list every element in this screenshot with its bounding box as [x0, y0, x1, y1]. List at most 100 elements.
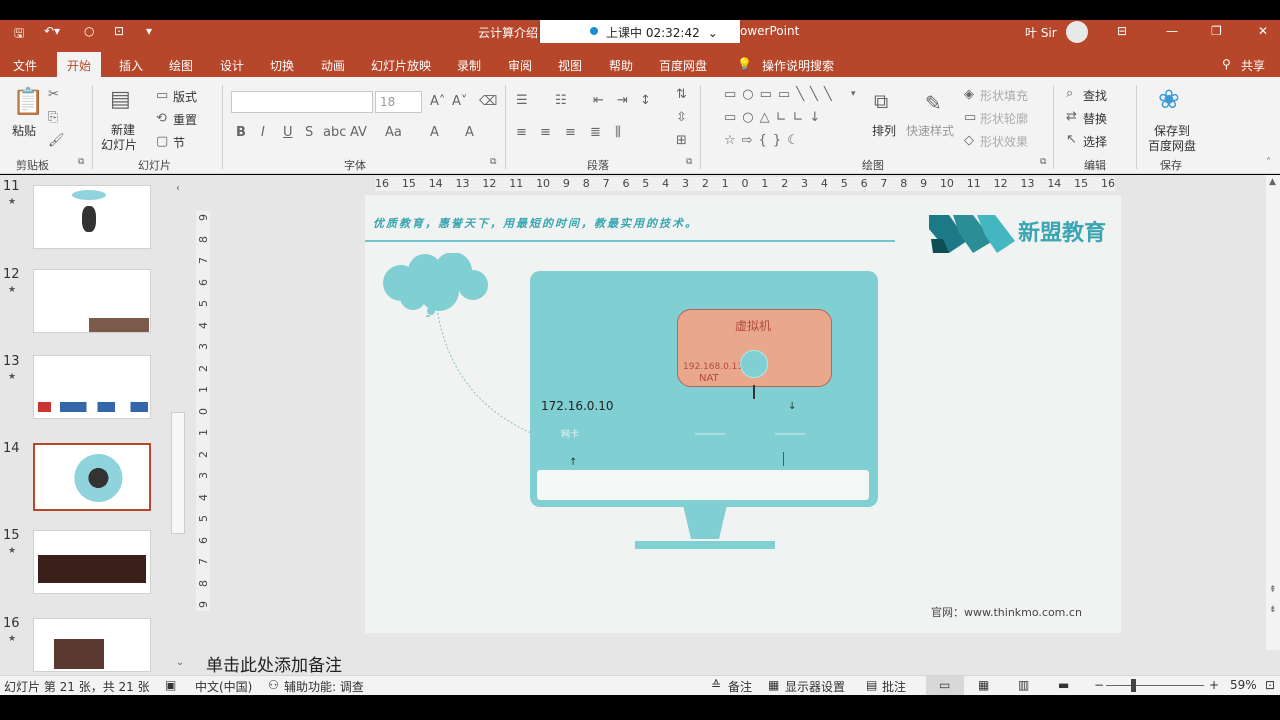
clear-format-icon[interactable]: ⌫: [479, 94, 497, 109]
font-size-field[interactable]: 18: [375, 91, 422, 113]
font-dialog-launcher-icon[interactable]: ⧉: [490, 157, 496, 167]
quick-styles-button[interactable]: 快速样式: [906, 122, 954, 139]
share-icon[interactable]: ⚲: [1222, 57, 1231, 71]
tab-animations[interactable]: 动画: [321, 57, 345, 74]
notes-pane[interactable]: 单击此处添加备注: [182, 650, 1280, 676]
zoom-out-icon[interactable]: −: [1094, 678, 1104, 692]
tab-record[interactable]: 录制: [457, 57, 481, 74]
columns-icon[interactable]: ⫼: [615, 125, 621, 140]
spellcheck-icon[interactable]: ▣: [165, 678, 176, 692]
slide-canvas[interactable]: 优质教育，惠誉天下，用最短的时间，教最实用的技术。 新盟教育 虚拟机 192.1…: [365, 195, 1121, 633]
collapse-ribbon-icon[interactable]: ˄: [1266, 157, 1271, 168]
tell-me-search[interactable]: 操作说明搜索: [762, 57, 834, 74]
minimize-icon[interactable]: —: [1166, 24, 1178, 38]
accessibility-status[interactable]: 辅助功能: 调查: [284, 678, 364, 695]
tab-baidu-netdisk[interactable]: 百度网盘: [659, 57, 707, 74]
thumbnail-image[interactable]: [33, 618, 151, 672]
restore-icon[interactable]: ❐: [1211, 24, 1222, 38]
new-slide-icon[interactable]: ▤: [110, 87, 131, 112]
layout-button[interactable]: 版式: [173, 88, 197, 105]
replace-icon[interactable]: ⇄: [1066, 109, 1077, 124]
baidu-cloud-icon[interactable]: ❀: [1158, 85, 1180, 115]
tab-draw[interactable]: 绘图: [169, 57, 193, 74]
quick-styles-icon[interactable]: ✎: [925, 91, 942, 115]
customize-qat-icon[interactable]: ▾: [146, 24, 152, 38]
vm-network-adapter-icon[interactable]: [740, 350, 768, 378]
share-button[interactable]: 共享: [1241, 57, 1265, 74]
text-direction-icon[interactable]: ⇅: [676, 87, 687, 102]
tab-home[interactable]: 开始: [57, 52, 102, 77]
redo-icon[interactable]: ○: [84, 24, 94, 38]
new-slide-label[interactable]: 幻灯片: [101, 136, 137, 153]
decrease-indent-icon[interactable]: ⇤: [593, 93, 604, 108]
accessibility-icon[interactable]: ⚇: [268, 678, 279, 692]
justify-icon[interactable]: ≣: [590, 125, 601, 140]
avatar[interactable]: [1066, 21, 1088, 43]
font-name-field[interactable]: [231, 91, 373, 113]
shapes-gallery-row1[interactable]: ▭○▭▭╲╲╲: [724, 87, 838, 102]
start-from-beginning-icon[interactable]: ⊡: [114, 24, 124, 38]
align-right-icon[interactable]: ≡: [565, 125, 576, 140]
bullets-icon[interactable]: ☰: [516, 93, 528, 108]
tab-design[interactable]: 设计: [220, 57, 244, 74]
char-spacing-icon[interactable]: AV: [350, 125, 367, 140]
align-left-icon[interactable]: ≡: [516, 125, 527, 140]
reading-view-icon[interactable]: ▥: [1018, 678, 1029, 692]
thumbnail-image[interactable]: [33, 355, 151, 419]
language-indicator[interactable]: 中文(中国): [195, 678, 252, 695]
shape-effects-button[interactable]: 形状效果: [980, 133, 1028, 150]
arrange-button[interactable]: 排列: [872, 122, 896, 139]
comments-button[interactable]: 批注: [882, 678, 906, 695]
align-center-icon[interactable]: ≡: [540, 125, 551, 140]
smartart-icon[interactable]: ⊞: [676, 133, 687, 148]
find-button[interactable]: 查找: [1083, 87, 1107, 104]
shape-outline-button[interactable]: 形状轮廓: [980, 110, 1028, 127]
fit-to-window-icon[interactable]: ⊡: [1265, 678, 1275, 692]
shape-fill-icon[interactable]: ◈: [964, 87, 974, 102]
tab-slideshow[interactable]: 幻灯片放映: [371, 57, 431, 74]
font-color-icon[interactable]: A: [430, 125, 439, 140]
notes-placeholder[interactable]: 单击此处添加备注: [206, 651, 342, 676]
user-name[interactable]: 叶 Sir: [1025, 24, 1057, 41]
prev-slide-icon[interactable]: ⇞: [1269, 585, 1277, 595]
slide-thumbnail-pane[interactable]: 11 ★ 12 ★ 13 ★ 14 15 ★ 16 ★: [0, 175, 182, 675]
shape-effects-icon[interactable]: ◇: [964, 133, 974, 148]
drawing-dialog-launcher-icon[interactable]: ⧉: [1040, 157, 1046, 167]
class-timer-badge[interactable]: 上课中 02:32:42 ⌄: [540, 20, 740, 43]
underline-icon[interactable]: U: [283, 125, 293, 140]
tab-insert[interactable]: 插入: [119, 57, 143, 74]
italic-icon[interactable]: I: [261, 125, 265, 140]
format-painter-icon[interactable]: 🖌: [48, 133, 65, 148]
save-to-baidu-label[interactable]: 百度网盘: [1148, 137, 1196, 154]
select-button[interactable]: 选择: [1083, 133, 1107, 150]
next-slide-icon[interactable]: ⇟: [1269, 605, 1277, 615]
slide-sorter-icon[interactable]: ▦: [978, 678, 989, 692]
ribbon-display-icon[interactable]: ⊟: [1117, 24, 1127, 38]
paragraph-dialog-launcher-icon[interactable]: ⧉: [686, 157, 692, 167]
numbering-icon[interactable]: ☷: [555, 93, 567, 108]
shapes-gallery-row2[interactable]: ▭○△∟∟↓: [724, 110, 826, 125]
shapes-more-icon[interactable]: ▾: [851, 89, 856, 99]
scroll-up-icon[interactable]: ▲: [1269, 177, 1276, 187]
tab-review[interactable]: 审阅: [508, 57, 532, 74]
zoom-slider[interactable]: [1106, 685, 1204, 686]
select-icon[interactable]: ↖: [1066, 132, 1077, 147]
thumbnail-image[interactable]: [33, 269, 151, 333]
zoom-in-icon[interactable]: +: [1209, 678, 1219, 692]
display-settings-icon[interactable]: ▦: [768, 678, 779, 692]
notes-icon[interactable]: ≙: [711, 678, 721, 692]
shrink-font-icon[interactable]: A˅: [452, 94, 467, 109]
replace-button[interactable]: 替换: [1083, 110, 1107, 127]
bold-icon[interactable]: B: [236, 125, 246, 140]
close-icon[interactable]: ✕: [1258, 24, 1268, 38]
tab-file[interactable]: 文件: [13, 57, 37, 74]
grow-font-icon[interactable]: A˄: [430, 94, 445, 109]
tab-transitions[interactable]: 切换: [270, 57, 294, 74]
section-button[interactable]: 节: [173, 134, 185, 151]
align-text-icon[interactable]: ⇳: [676, 110, 687, 125]
font-highlight-icon[interactable]: A: [465, 125, 474, 140]
shape-outline-icon[interactable]: ▭: [964, 110, 976, 125]
thumbnail-scrollbar[interactable]: [171, 412, 185, 534]
layout-icon[interactable]: ▭: [156, 88, 168, 103]
reset-button[interactable]: 重置: [173, 111, 197, 128]
